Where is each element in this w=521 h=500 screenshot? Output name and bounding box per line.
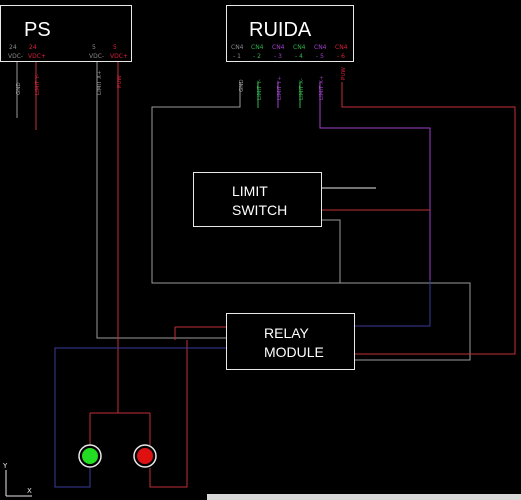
diagram-canvas: PS 24 VDC- 24 VDC+ 5 VDC- 5 VDC+ RUIDA C…: [0, 5, 521, 500]
ps-title: PS: [24, 19, 51, 41]
relay-module-label-line1: RELAY: [264, 325, 310, 341]
relay-module-label-line2: MODULE: [264, 344, 324, 360]
limit-switch-gnd-wire: [322, 219, 341, 283]
ruida-pin-1-num: CN4: [231, 44, 244, 51]
ruida-pin-6-name: - 6: [337, 53, 345, 60]
relay-module-outline: [226, 313, 355, 370]
ruida-wire-label-4: LIMIT X-: [299, 78, 305, 100]
ruida-wire-label-3: LIMIT Y+: [277, 75, 283, 100]
ucs-y-label: Y: [2, 462, 8, 470]
ruida-pin-4-name: - 4: [295, 53, 303, 60]
ruida-wire-labels: GND LIMIT Y- LIMIT Y+ LIMIT X- LIMIT X+ …: [239, 67, 347, 100]
ruida-pin-3-name: - 3: [274, 53, 282, 60]
ruida-cn4-6-wire: [341, 82, 516, 355]
ruida-box: RUIDA CN4 - 1 CN4 - 2 CN4 - 3 CN4 - 4 CN…: [226, 5, 354, 62]
ps-pin-1-name: VDC-: [8, 53, 23, 60]
ps-wire-label-2: LIMIT Y-: [35, 74, 41, 95]
ruida-wire-label-5: LIMIT X+: [319, 75, 325, 100]
relay-blue-wire: [355, 280, 431, 327]
ruida-pin-3-num: CN4: [272, 44, 285, 51]
ps-box: PS 24 VDC- 24 VDC+ 5 VDC- 5 VDC+: [0, 5, 132, 62]
ucs-icon: Y X: [2, 462, 32, 497]
ps-wire-label-4: PUW: [117, 75, 123, 88]
green-lamp-return-wire: [80, 468, 91, 488]
ruida-title: RUIDA: [249, 19, 312, 41]
limit-switch-label-line2: SWITCH: [232, 202, 287, 218]
green-lamp: [78, 444, 102, 468]
ps-pin-1-num: 24: [9, 44, 17, 51]
ruida-pin-1-name: - 1: [233, 53, 241, 60]
limit-switch-label-line1: LIMIT: [232, 183, 268, 199]
red-lamp-light: [137, 448, 153, 464]
green-lamp-light: [82, 448, 98, 464]
ps-pin-3-name: VDC-: [89, 53, 104, 60]
ruida-pin-2-name: - 2: [253, 53, 261, 60]
ps-pin-2-num: 24: [29, 44, 37, 51]
ruida-pin-5-name: - 5: [316, 53, 324, 60]
ruida-pin-6-num: CN4: [335, 44, 348, 51]
relay-module-box: RELAY MODULE: [226, 313, 355, 370]
ps-wire-label-3: LIMIT X+: [97, 70, 103, 95]
red-lamp: [133, 444, 157, 468]
wires: [16, 62, 516, 488]
ruida-pin-2-num: CN4: [251, 44, 264, 51]
ps-pin-3-num: 5: [92, 44, 96, 51]
ruida-pin-4-num: CN4: [293, 44, 306, 51]
ps-wire-labels: GND LIMIT Y- LIMIT X+ PUW: [16, 70, 123, 95]
ps-pin-4-num: 5: [113, 44, 117, 51]
ruida-wire-label-1: GND: [239, 79, 245, 92]
ruida-cn4-5-wire: [319, 82, 431, 280]
ruida-wire-label-6: PUW: [341, 67, 347, 80]
ruida-pin-5-num: CN4: [314, 44, 327, 51]
ps-wire-label-1: GND: [16, 82, 22, 95]
limit-switch-outline: [193, 172, 322, 227]
wiring-diagram: PS 24 VDC- 24 VDC+ 5 VDC- 5 VDC+ RUIDA C…: [0, 0, 521, 500]
ruida-wire-label-2: LIMIT Y-: [257, 79, 263, 100]
ucs-x-label: X: [27, 487, 32, 495]
red-lamp-return-wire: [149, 340, 188, 488]
ps-pin-4-name: VDC+: [110, 53, 128, 60]
viewport-status-strip: [207, 494, 521, 500]
ps-pin-2-name: VDC+: [28, 53, 46, 60]
limit-switch-box: LIMIT SWITCH: [193, 172, 322, 227]
